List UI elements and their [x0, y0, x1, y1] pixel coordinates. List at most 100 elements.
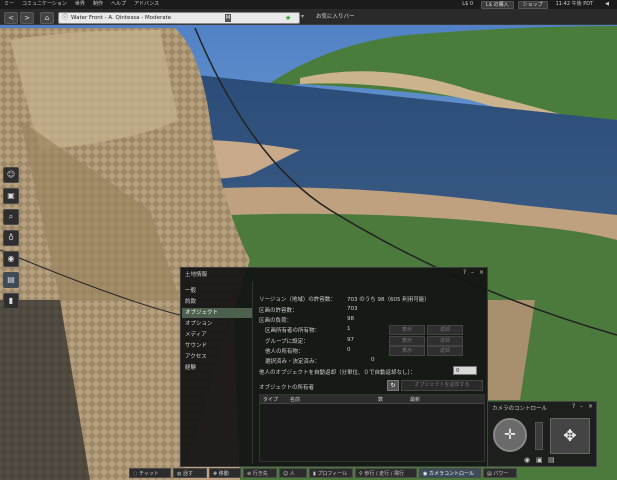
walk-run-fly-button[interactable]: ⚲ 歩行 / 走行 / 飛行 — [355, 468, 417, 478]
destinations-label: 行き先 — [252, 471, 268, 477]
destinations-icon[interactable]: ♁ — [3, 230, 19, 246]
show-group-objects-button[interactable]: 表示 — [389, 336, 425, 346]
minimize-icon[interactable]: – — [471, 269, 474, 276]
camera-panel-title: カメラのコントロール — [492, 406, 548, 412]
return-other-objects-button[interactable]: 返却 — [427, 346, 463, 356]
profile-icon[interactable]: ▮ — [3, 293, 19, 309]
set-to-group-value: 97 — [347, 337, 354, 343]
orbit-control[interactable]: ✛ — [493, 418, 527, 452]
tab-list: 一般 約款 オブジェクト オプション メディア サウンド アクセス 経験 — [181, 283, 253, 463]
col-name-header[interactable]: 名前 — [290, 396, 300, 403]
region-support-value: 703 のうち 98（605 利用可能） — [347, 297, 430, 303]
region-support-label: リージョン（地域）の許容数： — [259, 297, 336, 303]
buy-currency-button[interactable]: L$ の購入 — [481, 0, 514, 9]
favorite-star-icon[interactable]: ★ — [285, 13, 291, 23]
power-button[interactable]: ▤ パワー — [483, 468, 517, 478]
camera-mode-icon[interactable]: ▤ — [548, 456, 555, 464]
tab-media[interactable]: メディア — [182, 330, 253, 340]
about-land-panel: 土地情報 ? – × 一般 約款 オブジェクト オプション メディア サウンド … — [180, 267, 488, 467]
power-label: パワー — [493, 471, 509, 477]
zoom-slider[interactable] — [535, 422, 543, 450]
menu-communicate[interactable]: コミュニケーション — [18, 0, 71, 9]
home-button[interactable]: ⌂ — [40, 12, 54, 24]
camera-minimize-icon[interactable]: – — [580, 403, 583, 410]
selected-sitting-label: 選択済み・決定済み： — [265, 359, 321, 365]
owned-by-others-label: 他人の所有物： — [265, 349, 304, 355]
return-group-objects-button[interactable]: 返却 — [427, 336, 463, 346]
menu-help[interactable]: ヘルプ — [107, 0, 130, 9]
help-icon[interactable]: ? — [463, 269, 466, 276]
tab-options[interactable]: オプション — [182, 319, 253, 329]
objects-tab-content: リージョン（地域）の許容数： 703 のうち 98（605 利用可能） 区画の許… — [252, 282, 487, 464]
tab-objects[interactable]: オブジェクト — [182, 308, 253, 318]
col-latest-header[interactable]: 最新 — [410, 396, 420, 403]
speak-button[interactable]: ◍ 話す — [173, 468, 207, 478]
tab-experiences[interactable]: 経験 — [182, 363, 253, 373]
tab-covenant[interactable]: 約款 — [182, 297, 253, 307]
camera-preset-icon[interactable]: ▣ — [536, 456, 543, 464]
profile-label: プロフィール — [317, 471, 348, 477]
move-label: 移動 — [218, 471, 229, 477]
pan-control[interactable]: ✥ — [550, 418, 590, 454]
volume-icon[interactable]: ◀ — [601, 0, 613, 9]
camera-controls-button[interactable]: ◉ カメラコントロール — [419, 468, 481, 478]
chat-button[interactable]: ◌ チャット — [129, 468, 171, 478]
owners-table: タイプ 名前 数 最新 — [259, 394, 485, 462]
close-icon[interactable]: × — [479, 269, 484, 276]
owners-table-header: タイプ 名前 数 最新 — [260, 395, 484, 404]
camera-close-icon[interactable]: × — [588, 403, 593, 410]
col-type-header[interactable]: タイプ — [263, 396, 278, 403]
top-menu-bar: ミー コミュニケーション 世界 制作 ヘルプ アドバンス L$ 0 L$ の購入… — [0, 0, 617, 10]
return-selected-objects-button[interactable]: オブジェクトを返却する — [401, 380, 483, 391]
people-button[interactable]: ☺ 人 — [279, 468, 307, 478]
owned-by-others-value: 0 — [347, 347, 351, 353]
inventory-icon[interactable]: ▣ — [3, 188, 19, 204]
info-icon[interactable]: ⓘ — [62, 13, 68, 23]
back-button[interactable]: < — [4, 12, 18, 24]
snapshot-icon[interactable]: ▤ — [3, 272, 19, 288]
show-owner-objects-button[interactable]: 表示 — [389, 325, 425, 335]
set-to-group-label: グループに設定： — [265, 339, 309, 345]
return-owner-objects-button[interactable]: 返却 — [427, 325, 463, 335]
people-icon[interactable]: ☺ — [3, 167, 19, 183]
clock-label: 11:42 午後 PDT — [555, 1, 594, 7]
menu-me[interactable]: ミー — [0, 0, 18, 9]
location-input[interactable]: ⓘ Water Front - A. Qintessa - Moderate M… — [58, 12, 300, 24]
menu-advanced[interactable]: アドバンス — [130, 0, 163, 9]
favorites-bar-label: お気に入りバー — [316, 14, 355, 20]
refresh-owners-icon[interactable]: ↻ — [387, 380, 399, 391]
owned-by-owner-label: 区画所有者の所有物： — [265, 328, 321, 334]
selected-sitting-value: 0 — [371, 357, 375, 363]
col-count-header[interactable]: 数 — [378, 396, 383, 403]
shop-button[interactable]: ショップ — [517, 0, 548, 9]
location-text: Water Front - A. Qintessa - Moderate — [71, 15, 172, 21]
navigation-bar: < > ⌂ ⓘ Water Front - A. Qintessa - Mode… — [0, 10, 617, 25]
camera-controls-label: カメラコントロール — [428, 471, 474, 477]
speak-label: 話す — [182, 471, 193, 477]
people-label: 人 — [289, 471, 295, 477]
mini-map-icon[interactable]: ◉ — [3, 251, 19, 267]
autoreturn-minutes-input[interactable]: 0 — [453, 366, 477, 375]
people-icon: ☺ — [283, 471, 290, 477]
balance-label: L$ 0 — [462, 1, 474, 7]
destinations-button[interactable]: ⊚ 行き先 — [243, 468, 277, 478]
tab-access[interactable]: アクセス — [182, 352, 253, 362]
dropdown-icon[interactable]: ▾ — [301, 13, 304, 20]
maturity-rating-badge: M — [225, 14, 232, 22]
autoreturn-label: 他人のオブジェクトを自動返却（分単位、０で自動返却なし）： — [259, 370, 416, 376]
chat-label: チャット — [138, 471, 159, 477]
walk-run-fly-label: 歩行 / 走行 / 飛行 — [364, 471, 404, 477]
menu-world[interactable]: 世界 — [71, 0, 89, 9]
camera-controls-panel: カメラのコントロール ? – × ✛ ✥ ◉ ▣ ▤ — [487, 401, 597, 467]
profile-button[interactable]: ▮ プロフィール — [309, 468, 353, 478]
eye-icon[interactable]: ◉ — [524, 456, 530, 464]
menu-build[interactable]: 制作 — [89, 0, 107, 9]
tab-general[interactable]: 一般 — [182, 286, 253, 296]
search-icon[interactable]: ⌕ — [3, 209, 19, 225]
forward-button[interactable]: > — [20, 12, 34, 24]
camera-help-icon[interactable]: ? — [572, 403, 575, 410]
show-other-objects-button[interactable]: 表示 — [389, 346, 425, 356]
tab-sound[interactable]: サウンド — [182, 341, 253, 351]
bottom-toolbar: ◌ チャット ◍ 話す ✥ 移動 ⊚ 行き先 ☺ 人 ▮ プロフィール ⚲ 歩行… — [125, 467, 617, 480]
move-button[interactable]: ✥ 移動 — [209, 468, 241, 478]
